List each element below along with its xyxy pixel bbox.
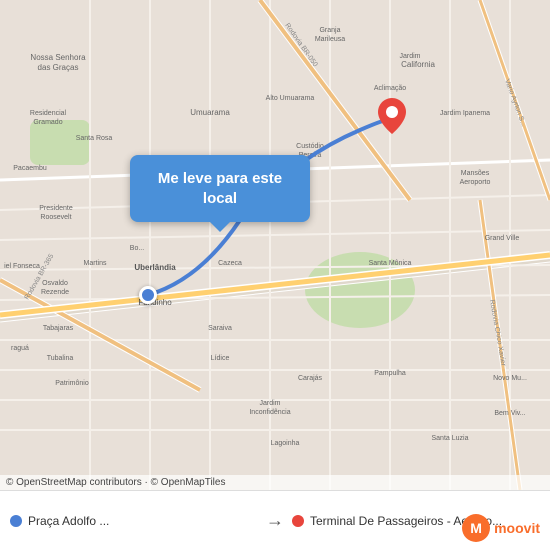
svg-text:Inconfidência: Inconfidência — [249, 409, 290, 416]
svg-text:Grand Ville: Grand Ville — [485, 235, 520, 242]
svg-text:Alto Umuarama: Alto Umuarama — [266, 95, 315, 102]
svg-text:Aeroporto: Aeroporto — [460, 179, 491, 186]
svg-text:Roosevelt: Roosevelt — [40, 214, 71, 221]
navigation-callout[interactable]: Me leve para este local — [130, 155, 310, 222]
svg-text:Jardim: Jardim — [399, 53, 420, 60]
svg-text:raguá: raguá — [11, 345, 29, 352]
svg-text:Jardim: Jardim — [259, 400, 280, 407]
svg-text:Osvaldo: Osvaldo — [42, 280, 68, 287]
origin-label: Praça Adolfo ... — [28, 514, 109, 528]
svg-text:Umuarama: Umuarama — [190, 108, 230, 117]
svg-text:Granja: Granja — [319, 27, 340, 34]
svg-text:iel Fonseca: iel Fonseca — [4, 263, 40, 270]
svg-text:Uberlândia: Uberlândia — [134, 263, 176, 272]
svg-text:Pampulha: Pampulha — [374, 370, 406, 377]
svg-text:Saraiva: Saraiva — [208, 325, 232, 332]
svg-text:Rezende: Rezende — [41, 289, 69, 296]
svg-text:Jardim Ipanema: Jardim Ipanema — [440, 110, 490, 117]
svg-text:Residencial: Residencial — [30, 110, 67, 117]
svg-text:Novo Mu...: Novo Mu... — [493, 375, 527, 382]
svg-text:Tubalina: Tubalina — [47, 355, 74, 362]
svg-text:Cazeca: Cazeca — [218, 260, 242, 267]
svg-text:Aclimação: Aclimação — [374, 85, 406, 92]
map-background: Nossa Senhora das Graças Residencial Gra… — [0, 0, 550, 490]
origin-dot — [10, 515, 22, 527]
map-container: Nossa Senhora das Graças Residencial Gra… — [0, 0, 550, 490]
svg-text:Santa Mônica: Santa Mônica — [369, 260, 412, 267]
copyright-text: © OpenStreetMap contributors · © OpenMap… — [6, 477, 225, 488]
bottom-bar: Praça Adolfo ... → Terminal De Passageir… — [0, 490, 550, 550]
moovit-logo: M moovit — [462, 514, 540, 542]
callout-text: Me leve para este local — [158, 170, 282, 207]
origin-endpoint: Praça Adolfo ... — [10, 514, 258, 528]
svg-text:Bem Viv...: Bem Viv... — [494, 410, 525, 417]
svg-text:Tabajaras: Tabajaras — [43, 325, 74, 332]
moovit-name: moovit — [494, 520, 540, 536]
svg-text:Pacaembu: Pacaembu — [13, 165, 47, 172]
svg-text:Presidente: Presidente — [39, 205, 73, 212]
svg-text:California: California — [401, 60, 435, 69]
svg-text:Marileusa: Marileusa — [315, 36, 345, 43]
svg-text:Patrimônio: Patrimônio — [55, 380, 89, 387]
svg-text:Mansões: Mansões — [461, 170, 490, 177]
destination-dot — [292, 515, 304, 527]
svg-text:Nossa Senhora: Nossa Senhora — [30, 53, 86, 62]
svg-text:Santa Luzia: Santa Luzia — [432, 435, 469, 442]
svg-text:Bo...: Bo... — [130, 245, 144, 252]
svg-text:Carajás: Carajás — [298, 375, 323, 382]
route-arrow-icon: → — [258, 510, 292, 531]
svg-text:das Graças: das Graças — [38, 63, 79, 72]
copyright-bar: © OpenStreetMap contributors · © OpenMap… — [0, 475, 550, 490]
destination-marker — [378, 98, 406, 139]
svg-text:Martins: Martins — [84, 260, 107, 267]
origin-marker — [139, 286, 157, 304]
moovit-icon: M — [462, 514, 490, 542]
svg-text:Gramado: Gramado — [33, 119, 62, 126]
svg-text:Lagoinha: Lagoinha — [271, 440, 300, 447]
svg-text:Santa Rosa: Santa Rosa — [76, 135, 113, 142]
svg-text:Lídice: Lídice — [211, 355, 230, 362]
